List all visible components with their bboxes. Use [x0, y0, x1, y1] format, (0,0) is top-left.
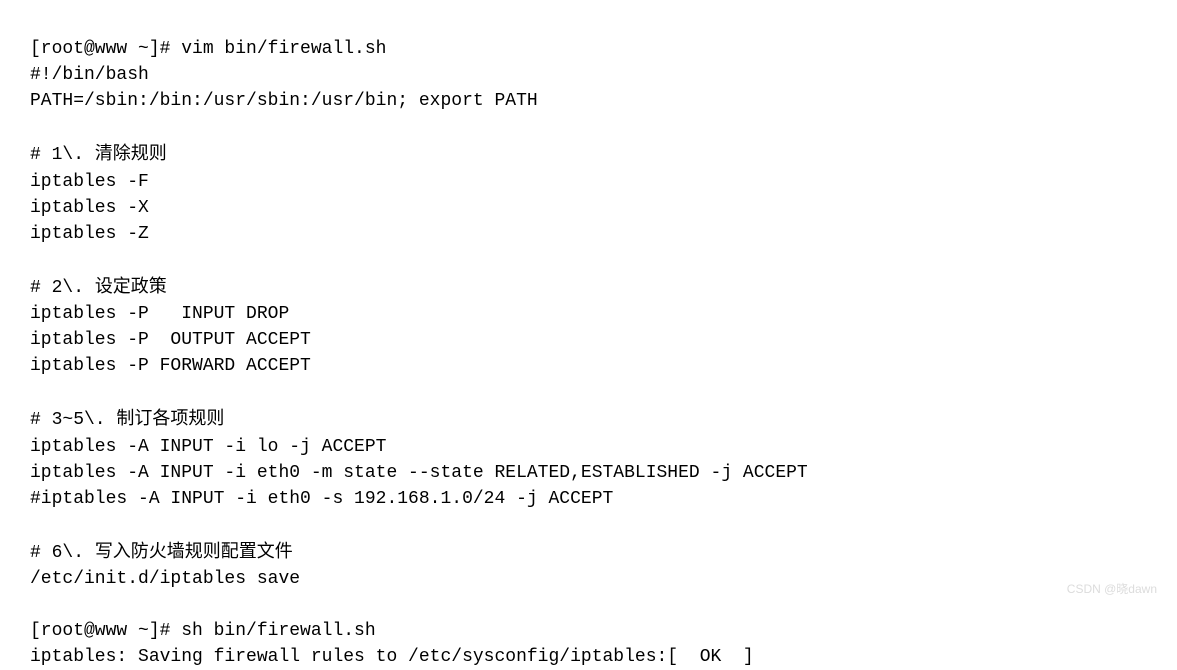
code-line: iptables -P FORWARD ACCEPT [30, 356, 311, 376]
code-line: iptables -X [30, 198, 149, 218]
comment-line: # 3~5\. 制订各项规则 [30, 410, 224, 430]
code-line: #iptables -A INPUT -i eth0 -s 192.168.1.… [30, 489, 613, 509]
code-line: PATH=/sbin:/bin:/usr/sbin:/usr/bin; expo… [30, 91, 538, 111]
prompt-line: [root@www ~]# sh bin/firewall.sh [30, 621, 376, 641]
comment-line: # 2\. 设定政策 [30, 278, 167, 298]
watermark: CSDN @晓dawn [1067, 581, 1157, 598]
output-line: iptables: Saving firewall rules to /etc/… [30, 647, 754, 667]
comment-line: # 6\. 写入防火墙规则配置文件 [30, 543, 293, 563]
terminal-output: [root@www ~]# vim bin/firewall.sh #!/bin… [0, 0, 1177, 670]
code-line: iptables -Z [30, 224, 149, 244]
code-line: iptables -P INPUT DROP [30, 304, 289, 324]
code-line: iptables -A INPUT -i eth0 -m state --sta… [30, 463, 808, 483]
code-line: /etc/init.d/iptables save [30, 569, 300, 589]
code-line: iptables -F [30, 172, 149, 192]
code-line: iptables -A INPUT -i lo -j ACCEPT [30, 437, 386, 457]
prompt-line: [root@www ~]# vim bin/firewall.sh [30, 39, 386, 59]
code-line: iptables -P OUTPUT ACCEPT [30, 330, 311, 350]
code-line: #!/bin/bash [30, 65, 149, 85]
comment-line: # 1\. 清除规则 [30, 145, 167, 165]
